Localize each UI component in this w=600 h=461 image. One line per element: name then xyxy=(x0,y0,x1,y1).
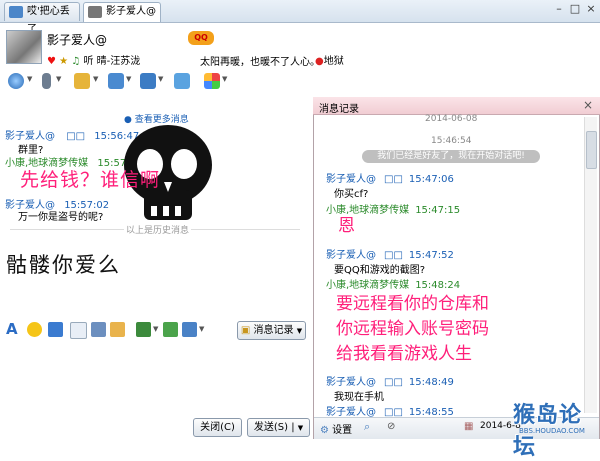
chevron-down-icon[interactable]: ▼ xyxy=(56,75,61,83)
video-call-icon[interactable] xyxy=(8,73,24,89)
magic-icon[interactable] xyxy=(48,322,63,337)
share-screen-icon[interactable] xyxy=(140,73,156,89)
history-entry-meta: 影子爱人@ □□ 15:48:55 xyxy=(326,407,454,418)
chevron-down-icon: ▼ xyxy=(297,424,304,432)
history-panel-header: 消息记录 × xyxy=(313,97,600,115)
chevron-down-icon: ▼ xyxy=(296,327,303,335)
history-entry-meta: 影子爱人@ □□ 15:48:49 xyxy=(326,377,454,388)
qq-show-icon[interactable]: QQ xyxy=(188,31,214,45)
chevron-down-icon[interactable]: ▼ xyxy=(126,75,131,83)
font-icon[interactable]: A xyxy=(6,320,18,338)
emoji-icon[interactable] xyxy=(27,322,42,337)
send-button[interactable]: 发送(S) | ▼ xyxy=(247,418,310,437)
history-entry-meta: 影子爱人@ □□ 15:47:52 xyxy=(326,250,454,261)
gear-icon: ⚙ xyxy=(320,425,329,436)
history-entry-text: 要QQ和游戏的截图? xyxy=(334,265,426,276)
message-text: 万一你是盗号的呢? xyxy=(18,212,104,223)
contact-avatar-icon xyxy=(9,6,23,18)
close-icon[interactable]: × xyxy=(583,98,593,112)
tab-contact-1[interactable]: 哎'把心丢了 xyxy=(4,2,80,35)
history-entry-text: 我现在手机 xyxy=(334,392,384,403)
history-entry-meta: 小康,地球滴梦传媒 15:48:24 xyxy=(326,280,461,291)
pink-overlay-line: 给我看看游戏人生 xyxy=(336,344,472,364)
tab-bar: 哎'把心丢了 影子爱人@ – □ × xyxy=(0,0,600,35)
shake-icon[interactable] xyxy=(70,322,87,339)
music-status: 听 晴-汪苏泷 xyxy=(83,56,141,67)
delete-icon[interactable]: ⊘ xyxy=(387,421,395,432)
star-icon: ★ xyxy=(59,56,69,67)
chevron-down-icon[interactable]: ▼ xyxy=(199,325,204,333)
contact-avatar-icon xyxy=(88,6,102,18)
tab-contact-2[interactable]: 影子爱人@ xyxy=(83,2,161,22)
history-entry-meta: 影子爱人@ □□ 15:47:06 xyxy=(326,174,454,185)
file-transfer-icon[interactable] xyxy=(74,73,90,89)
close-button[interactable]: 关闭(C) xyxy=(193,418,242,437)
apps-icon[interactable] xyxy=(204,73,220,89)
overlay-caption: 先给钱？谁信啊 xyxy=(20,169,161,191)
scrollbar-thumb[interactable] xyxy=(586,131,597,169)
clock-icon: ▣ xyxy=(240,325,251,336)
contact-name: 影子爱人@ xyxy=(47,33,108,47)
location-pin-icon: ● xyxy=(315,56,324,67)
history-date: 2014-06-08 xyxy=(425,114,478,124)
calendar-icon[interactable]: ▦ xyxy=(464,421,473,432)
history-time: 15:46:54 xyxy=(431,136,472,146)
history-entry-text: 恩 xyxy=(338,216,355,236)
search-icon[interactable]: ⌕ xyxy=(364,420,370,434)
tab-label: 影子爱人@ xyxy=(106,6,156,17)
maximize-button[interactable]: □ xyxy=(567,2,583,16)
voice-icon[interactable] xyxy=(91,322,106,337)
note-icon[interactable] xyxy=(110,322,125,337)
overlay-caption-bottom: 骷髅你爱么 xyxy=(6,253,121,277)
monitor-icon[interactable] xyxy=(174,73,190,89)
save-icon[interactable] xyxy=(163,322,178,337)
close-window-button[interactable]: × xyxy=(583,2,599,16)
history-title: 消息记录 xyxy=(319,104,359,115)
chevron-down-icon[interactable]: ▼ xyxy=(222,75,227,83)
signature: 太阳再暖，也暖不了人心。 xyxy=(200,57,320,68)
settings-button[interactable]: ⚙ 设置 xyxy=(320,421,352,436)
history-button[interactable]: ▣ 消息记录 ▼ xyxy=(237,321,306,340)
location: ●地狱 xyxy=(315,56,344,67)
headphone-icon: ♫ xyxy=(71,56,81,67)
pink-overlay-line: 你远程输入账号密码 xyxy=(336,319,489,339)
friend-notice: 我们已经是好友了，现在开始对话吧! xyxy=(362,150,540,163)
heart-icon: ♥ xyxy=(47,56,56,67)
screenshot-icon[interactable] xyxy=(182,322,197,337)
status-line: ♥ ★ ♫ 听 晴-汪苏泷 xyxy=(47,52,140,67)
chevron-down-icon[interactable]: ▼ xyxy=(27,75,32,83)
pink-overlay-line: 要远程看你的仓库和 xyxy=(336,294,489,314)
watermark-url: BBS.HOUDAO.COM xyxy=(519,427,585,435)
scrollbar[interactable] xyxy=(584,117,597,413)
chevron-down-icon[interactable]: ▼ xyxy=(153,325,158,333)
chevron-down-icon[interactable]: ▼ xyxy=(93,75,98,83)
minimize-button[interactable]: – xyxy=(551,2,567,16)
image-icon[interactable] xyxy=(136,322,151,337)
avatar[interactable] xyxy=(6,30,42,64)
history-entry-text: 你买cf? xyxy=(334,189,369,200)
remote-desktop-icon[interactable] xyxy=(108,73,124,89)
chevron-down-icon[interactable]: ▼ xyxy=(158,75,163,83)
microphone-icon[interactable] xyxy=(42,73,51,89)
